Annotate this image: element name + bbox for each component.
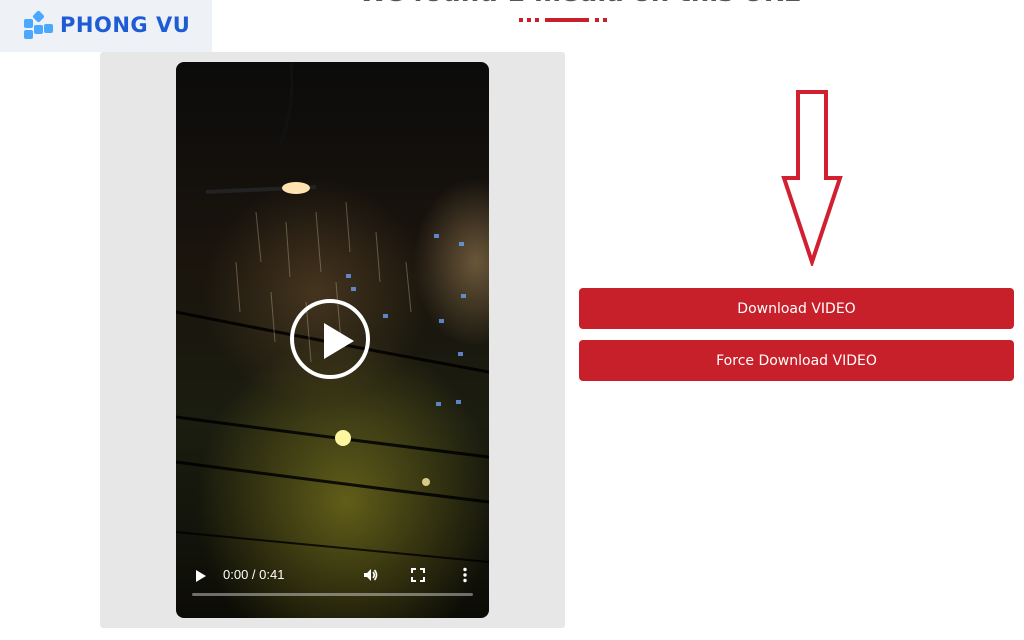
progress-bar[interactable] bbox=[192, 593, 473, 596]
phong-vu-logo-icon bbox=[24, 10, 53, 39]
volume-icon[interactable] bbox=[362, 566, 380, 584]
download-video-button[interactable]: Download VIDEO bbox=[579, 288, 1014, 329]
logo-text: PHONG VU bbox=[60, 13, 191, 37]
fullscreen-icon[interactable] bbox=[409, 566, 427, 584]
video-controls: 0:00 / 0:41 bbox=[176, 558, 489, 618]
heading-underline bbox=[519, 18, 609, 22]
time-display: 0:00 / 0:41 bbox=[223, 567, 285, 582]
video-player[interactable]: 0:00 / 0:41 bbox=[176, 62, 489, 618]
force-download-video-button[interactable]: Force Download VIDEO bbox=[579, 340, 1014, 381]
page-heading: We found 1 media on this URL bbox=[0, 0, 1024, 8]
down-arrow-icon bbox=[781, 90, 843, 266]
play-button[interactable] bbox=[290, 299, 370, 379]
more-options-icon[interactable] bbox=[456, 566, 474, 584]
play-icon[interactable] bbox=[194, 568, 208, 584]
